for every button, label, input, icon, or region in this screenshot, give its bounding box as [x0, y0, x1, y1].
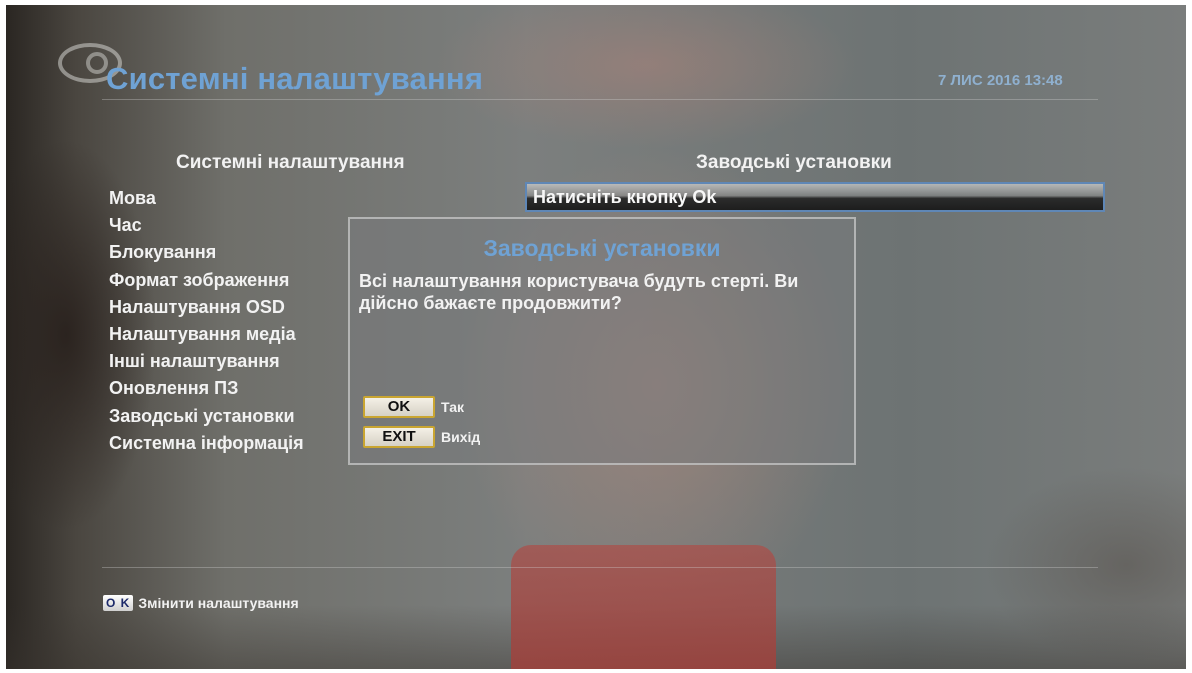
footer-divider: [102, 567, 1098, 568]
menu-item-factory-reset[interactable]: Заводські установки: [109, 406, 304, 433]
date-time: 7 ЛИС 2016 13:48: [938, 72, 1063, 89]
dialog-ok-option[interactable]: OK Так: [363, 396, 464, 418]
exit-option-label: Вихід: [441, 429, 481, 445]
confirm-dialog: Заводські установки Всі налаштування кор…: [348, 217, 856, 465]
menu-item-language[interactable]: Мова: [109, 188, 304, 215]
menu-item-system-info[interactable]: Системна інформація: [109, 433, 304, 460]
footer-hint-text: Змінити налаштування: [138, 595, 299, 611]
background-figure-shorts: [511, 545, 776, 669]
menu-item-software-update[interactable]: Оновлення ПЗ: [109, 378, 304, 405]
exit-key-button[interactable]: EXIT: [363, 426, 435, 448]
right-panel-heading: Заводські установки: [696, 152, 892, 173]
ok-key-button[interactable]: OK: [363, 396, 435, 418]
ok-key-icon: O K: [103, 595, 134, 611]
menu-item-osd-settings[interactable]: Налаштування OSD: [109, 297, 304, 324]
factory-reset-field[interactable]: Натисніть кнопку Ok: [525, 182, 1105, 212]
left-panel-heading: Системні налаштування: [176, 152, 405, 173]
dialog-message: Всі налаштування користувача будуть стер…: [359, 271, 799, 313]
ok-option-label: Так: [441, 399, 464, 415]
menu-item-lock[interactable]: Блокування: [109, 242, 304, 269]
menu-item-media-settings[interactable]: Налаштування медіа: [109, 324, 304, 351]
settings-menu: Мова Час Блокування Формат зображення На…: [109, 188, 304, 460]
footer-hint: O K Змінити налаштування: [103, 595, 299, 611]
menu-item-other-settings[interactable]: Інші налаштування: [109, 351, 304, 378]
tv-screen: Системні налаштування 7 ЛИС 2016 13:48 С…: [6, 5, 1186, 669]
menu-item-picture-format[interactable]: Формат зображення: [109, 270, 304, 297]
dialog-title: Заводські установки: [483, 235, 721, 261]
menu-item-time[interactable]: Час: [109, 215, 304, 242]
factory-reset-value: Натисніть кнопку Ok: [533, 187, 717, 207]
header-divider: [102, 99, 1098, 100]
page-title: Системні налаштування: [106, 61, 484, 96]
dialog-exit-option[interactable]: EXIT Вихід: [363, 426, 480, 448]
